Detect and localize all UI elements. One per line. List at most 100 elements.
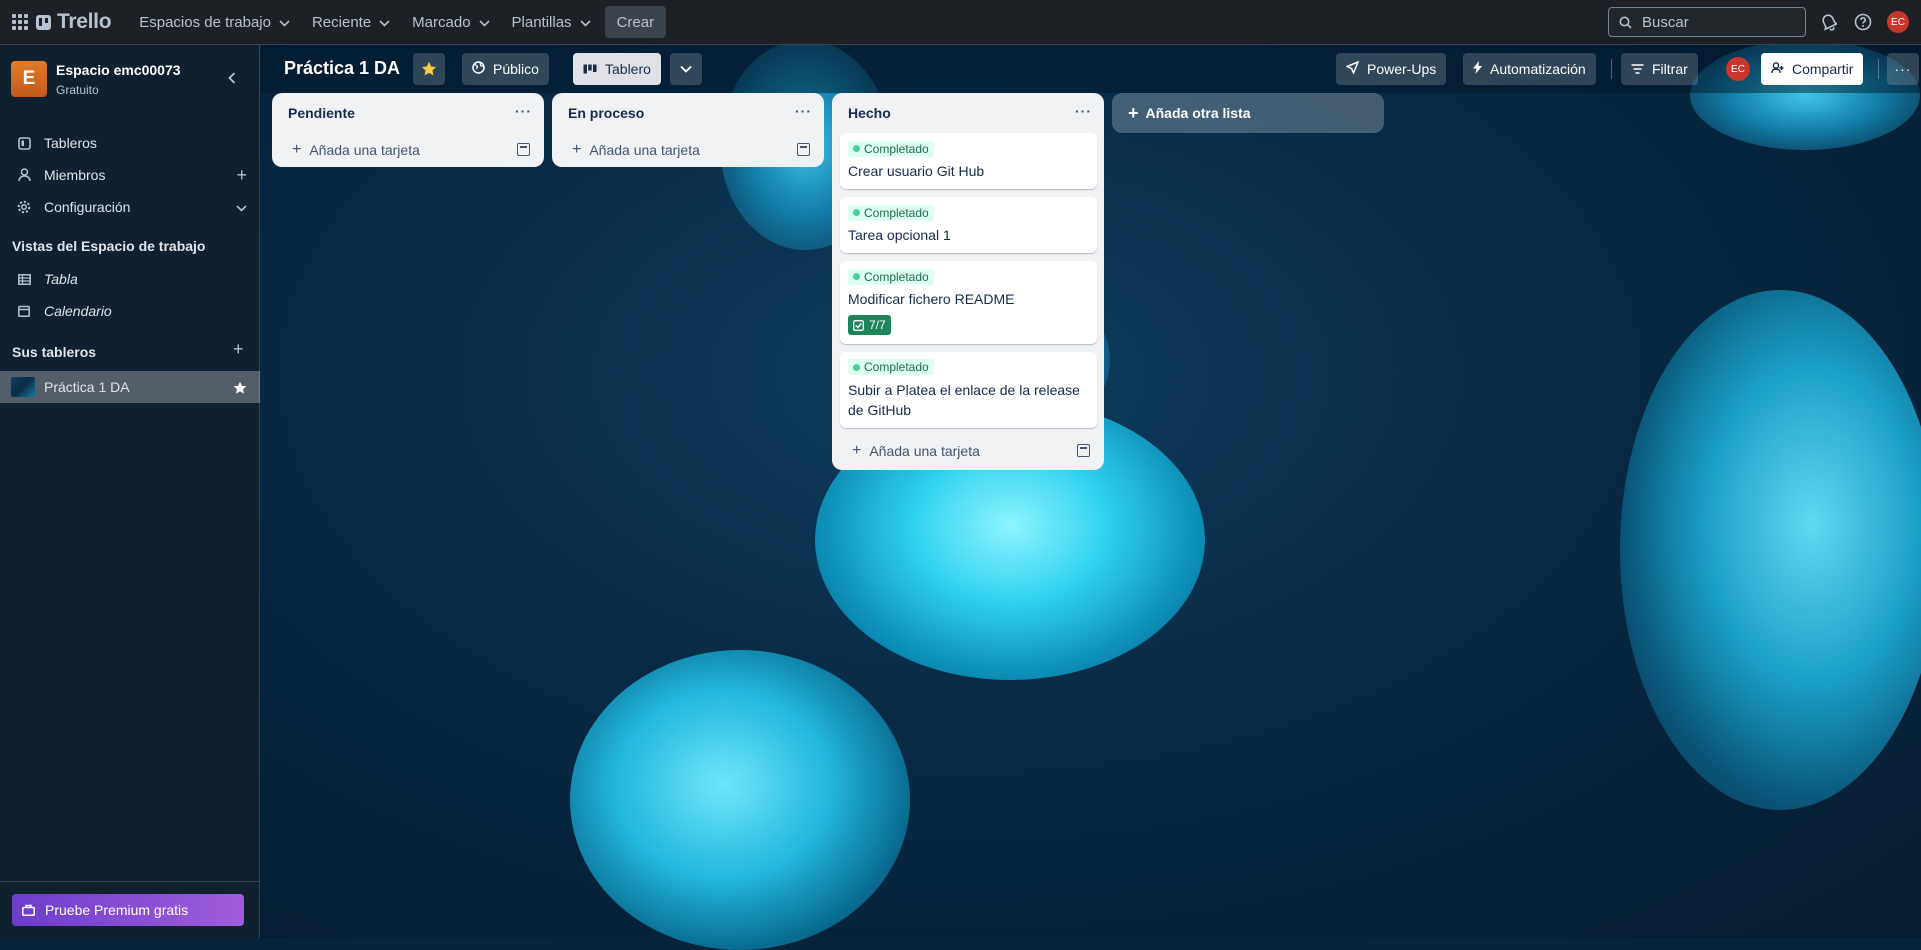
power-ups-button[interactable]: Power-Ups xyxy=(1336,53,1447,85)
more-icon[interactable]: ··· xyxy=(1075,103,1092,119)
power-ups-label: Power-Ups xyxy=(1367,61,1437,77)
card[interactable]: Completado Crear usuario Git Hub xyxy=(840,133,1097,189)
try-premium-label: Pruebe Premium gratis xyxy=(45,902,189,918)
filter-button[interactable]: Filtrar xyxy=(1621,53,1698,85)
collapse-sidebar-button[interactable] xyxy=(222,68,242,88)
list-hecho: Hecho ··· Completado Crear usuario Git H… xyxy=(832,93,1104,470)
sidebar-item-table[interactable]: Tabla xyxy=(0,263,260,295)
sidebar-board-practica-1-da[interactable]: Práctica 1 DA xyxy=(0,371,260,403)
search-input[interactable] xyxy=(1640,12,1794,32)
add-card-button[interactable]: + Añada una tarjeta xyxy=(552,133,824,167)
table-icon xyxy=(15,273,33,285)
menu-recent[interactable]: Reciente xyxy=(304,6,398,38)
more-icon: ··· xyxy=(1894,61,1912,77)
add-card-button[interactable]: + Añada una tarjeta xyxy=(832,434,1104,468)
filter-label: Filtrar xyxy=(1652,61,1688,77)
visibility-label: Público xyxy=(493,61,539,77)
list-pendiente: Pendiente ··· + Añada una tarjeta xyxy=(272,93,544,167)
card[interactable]: Completado Modificar fichero README 7/7 xyxy=(840,261,1097,344)
add-list-label: Añada otra lista xyxy=(1145,105,1251,121)
card-template-icon[interactable] xyxy=(797,143,810,156)
add-member-icon[interactable]: + xyxy=(236,165,247,186)
card-label[interactable]: Completado xyxy=(848,204,934,221)
menu-recent-label: Reciente xyxy=(311,13,372,31)
star-icon xyxy=(421,61,437,76)
person-icon xyxy=(15,168,33,182)
gift-icon xyxy=(22,904,35,916)
list-header[interactable]: Hecho ··· xyxy=(832,93,1104,133)
jellyfish-image xyxy=(570,650,910,950)
list-en-proceso: En proceso ··· + Añada una tarjeta xyxy=(552,93,824,167)
list-header[interactable]: En proceso ··· xyxy=(552,93,824,133)
card-label[interactable]: Completado xyxy=(848,140,934,157)
card-title: Tarea opcional 1 xyxy=(848,227,951,243)
card-label-text: Completado xyxy=(864,269,929,284)
star-board-button[interactable] xyxy=(413,53,445,85)
notifications-icon[interactable] xyxy=(1818,11,1840,33)
share-button[interactable]: Compartir xyxy=(1761,53,1864,85)
chevron-down-icon xyxy=(279,14,290,31)
automation-label: Automatización xyxy=(1490,61,1586,77)
app-switcher-icon[interactable] xyxy=(10,12,30,32)
globe-icon xyxy=(472,61,485,77)
board-member-avatar[interactable]: EC xyxy=(1726,57,1750,81)
board-view-icon xyxy=(583,62,597,77)
sidebar-item-label: Miembros xyxy=(44,167,106,183)
menu-workspaces[interactable]: Espacios de trabajo xyxy=(131,6,298,38)
card-label[interactable]: Completado xyxy=(848,359,934,375)
workspace-avatar[interactable]: E xyxy=(11,61,47,97)
chevron-down-icon[interactable] xyxy=(236,200,247,215)
more-icon[interactable]: ··· xyxy=(795,103,812,119)
try-premium-button[interactable]: Pruebe Premium gratis xyxy=(12,894,244,926)
add-list-button[interactable]: + Añada otra lista xyxy=(1112,93,1384,133)
sidebar-item-settings[interactable]: Configuración xyxy=(0,191,260,223)
sidebar-item-members[interactable]: Miembros + xyxy=(0,159,260,191)
search-box[interactable] xyxy=(1608,7,1806,37)
card-label-text: Completado xyxy=(864,360,929,374)
workspace-name[interactable]: Espacio emc00073 xyxy=(56,62,181,78)
board-view-button[interactable]: Tablero xyxy=(573,53,661,85)
search-icon xyxy=(1619,16,1632,29)
board-view-label: Tablero xyxy=(605,61,651,77)
card-template-icon[interactable] xyxy=(1077,443,1090,457)
chevron-down-icon xyxy=(579,14,591,31)
visibility-button[interactable]: Público xyxy=(462,53,549,85)
more-icon[interactable]: ··· xyxy=(515,103,532,119)
user-avatar[interactable]: EC xyxy=(1887,11,1909,33)
plus-icon: + xyxy=(852,441,862,459)
card-label-text: Completado xyxy=(864,205,929,220)
calendar-icon xyxy=(15,305,33,317)
chevron-down-icon xyxy=(478,14,490,31)
chevron-down-icon xyxy=(379,14,390,31)
automation-button[interactable]: Automatización xyxy=(1463,53,1596,85)
chevron-left-icon xyxy=(228,72,236,84)
card-title: Crear usuario Git Hub xyxy=(848,163,985,179)
add-board-icon[interactable]: + xyxy=(233,339,244,360)
sidebar-item-calendar[interactable]: Calendario xyxy=(0,295,260,327)
trello-logo[interactable]: Trello xyxy=(36,10,112,34)
create-button[interactable]: Crear xyxy=(604,6,667,38)
menu-templates[interactable]: Plantillas xyxy=(504,6,599,38)
checklist-badge: 7/7 xyxy=(848,315,891,335)
card-template-icon[interactable] xyxy=(517,143,530,156)
card-label-text: Completado xyxy=(864,141,929,156)
views-dropdown-button[interactable] xyxy=(670,53,702,85)
add-card-button[interactable]: + Añada una tarjeta xyxy=(272,133,544,167)
card[interactable]: Completado Tarea opcional 1 xyxy=(840,197,1097,253)
card-label[interactable]: Completado xyxy=(848,268,934,285)
menu-workspaces-label: Espacios de trabajo xyxy=(139,13,271,31)
help-icon[interactable] xyxy=(1852,11,1874,33)
add-card-label: Añada una tarjeta xyxy=(309,142,420,158)
label-dot xyxy=(853,273,860,280)
board-menu-button[interactable]: ··· xyxy=(1887,53,1919,85)
list-header[interactable]: Pendiente ··· xyxy=(272,93,544,133)
lightning-icon xyxy=(1473,61,1482,77)
workspace-views-heading: Vistas del Espacio de trabajo xyxy=(12,238,206,254)
star-icon[interactable] xyxy=(233,379,247,400)
sidebar-item-boards[interactable]: Tableros xyxy=(0,127,260,159)
menu-starred[interactable]: Marcado xyxy=(404,6,497,38)
board-title[interactable]: Práctica 1 DA xyxy=(284,58,400,79)
sidebar: E Espacio emc00073 Gratuito Tableros Mie… xyxy=(0,45,260,938)
list-title: Pendiente xyxy=(288,105,355,121)
card[interactable]: Completado Subir a Platea el enlace de l… xyxy=(840,351,1097,428)
